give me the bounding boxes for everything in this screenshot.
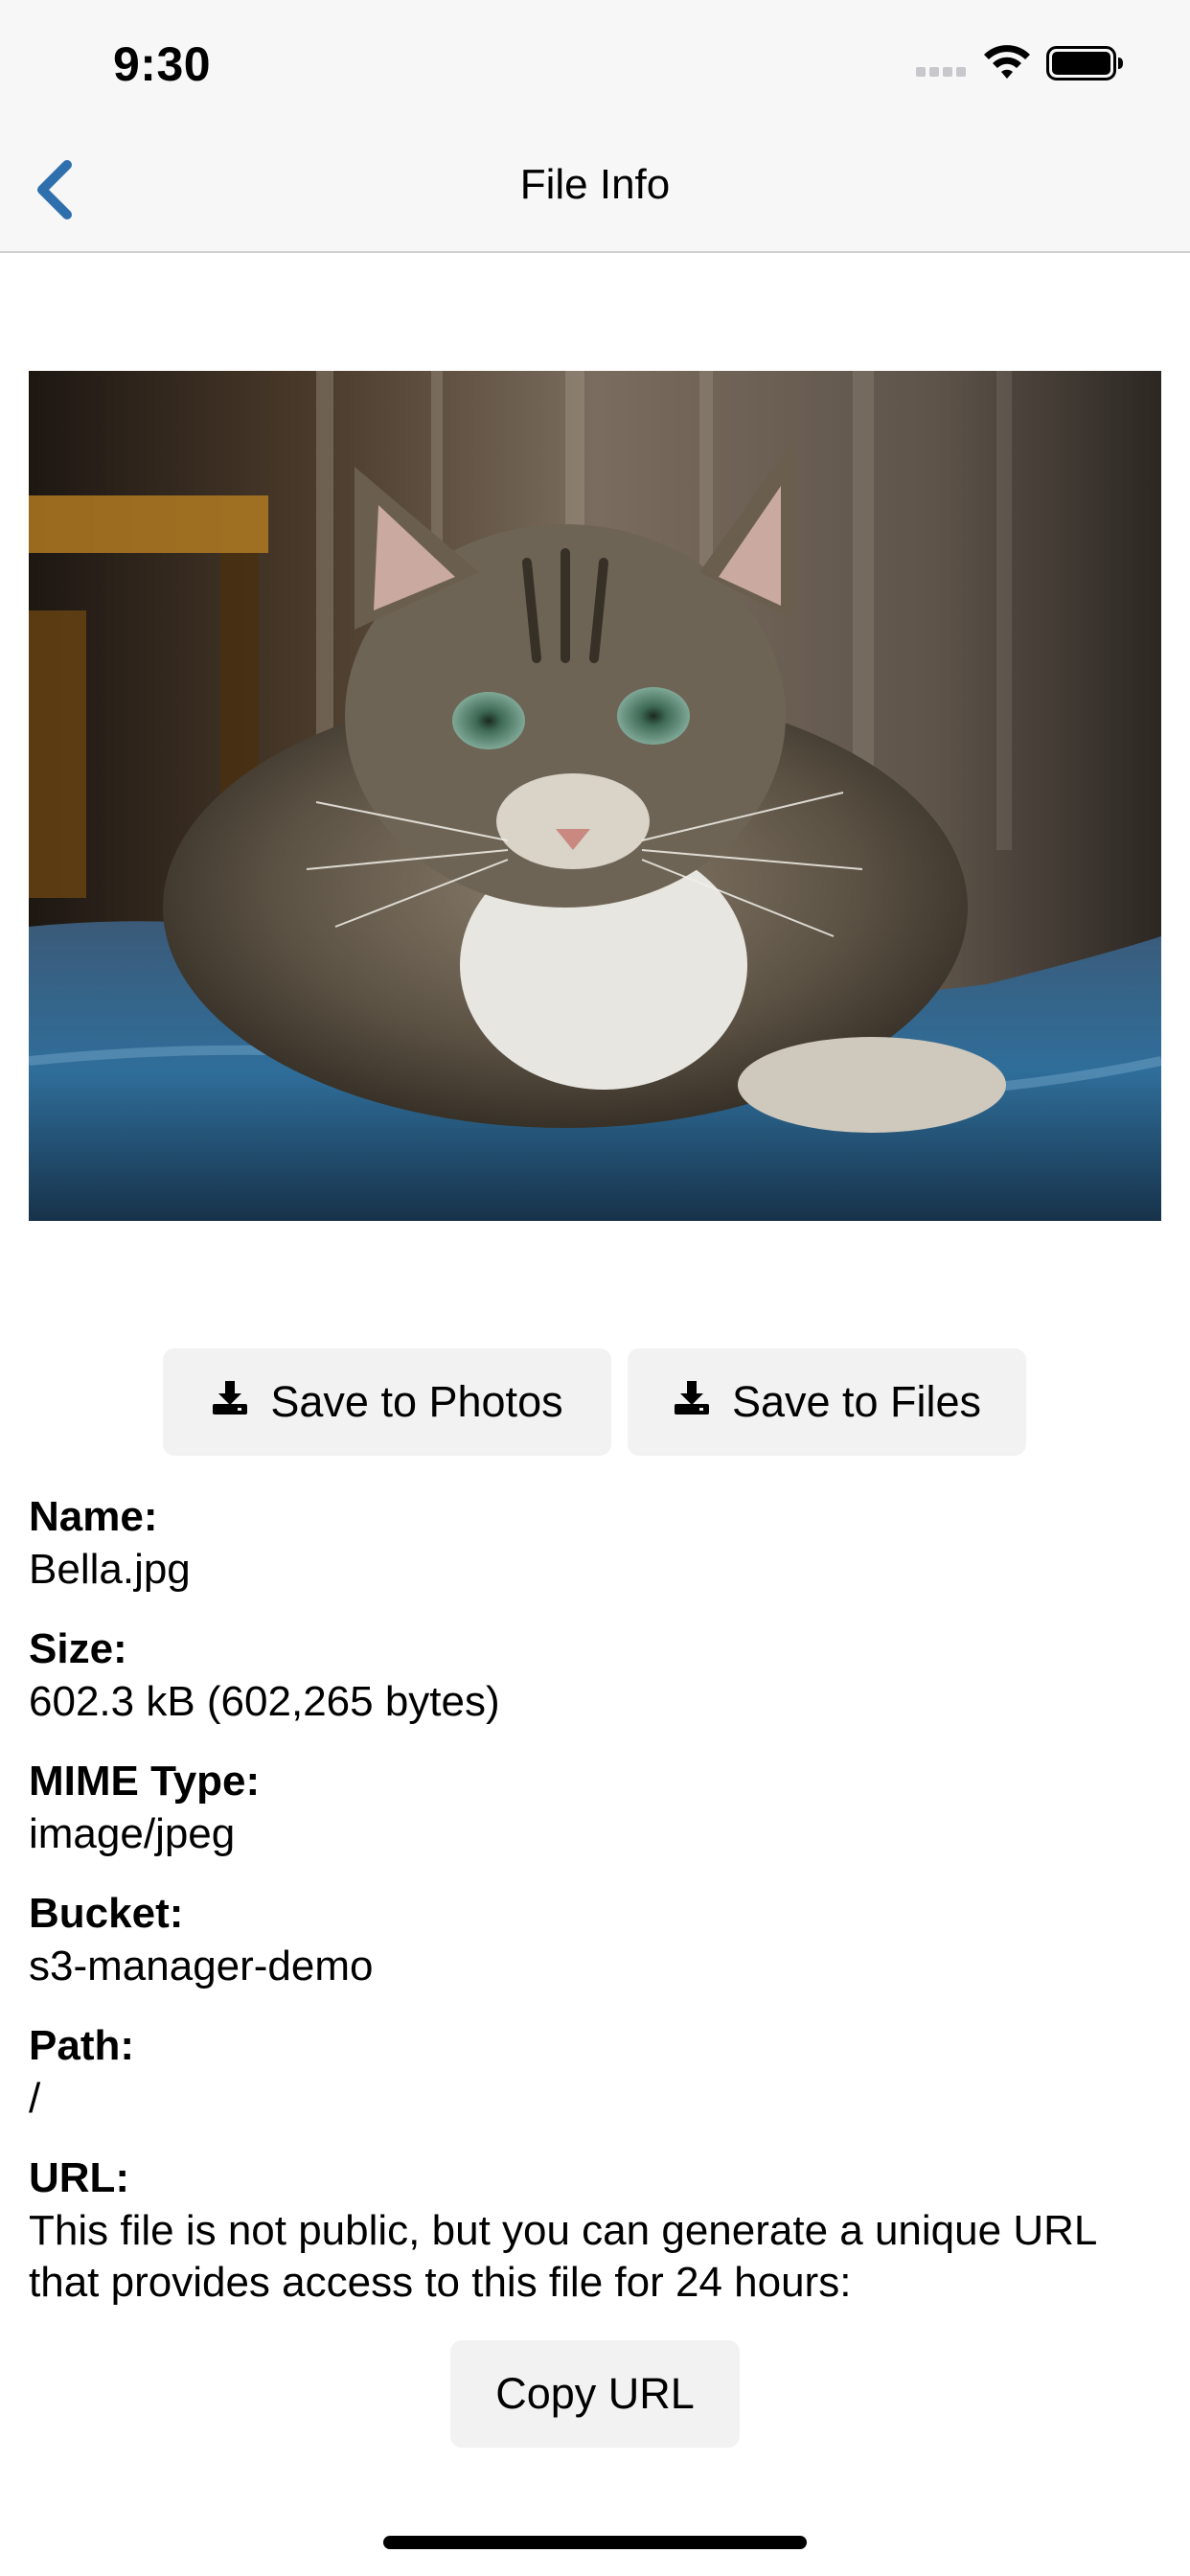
- path-value: /: [29, 2075, 41, 2122]
- url-description: This file is not public, but you can gen…: [29, 2207, 1096, 2306]
- page-title: File Info: [519, 161, 671, 208]
- file-preview-image: [29, 371, 1161, 1221]
- save-to-photos-label: Save to Photos: [270, 1377, 563, 1426]
- url-label: URL:: [29, 2154, 130, 2201]
- navigation-bar: File Info: [0, 126, 1190, 253]
- copy-url-button[interactable]: Copy URL: [450, 2340, 740, 2448]
- home-indicator: [383, 2536, 807, 2549]
- save-to-files-label: Save to Files: [731, 1377, 982, 1426]
- status-icons: [916, 44, 1127, 82]
- wifi-icon: [984, 45, 1030, 79]
- save-to-files-button[interactable]: Save to Files: [628, 1348, 1026, 1456]
- status-bar: 9:30: [0, 0, 1190, 126]
- size-value: 602.3 kB (602,265 bytes): [29, 1678, 500, 1725]
- bucket-label: Bucket:: [29, 1890, 184, 1937]
- save-to-photos-button[interactable]: Save to Photos: [163, 1348, 611, 1456]
- battery-icon: [1046, 46, 1123, 80]
- bucket-value: s3-manager-demo: [29, 1943, 374, 1990]
- mime-type-label: MIME Type:: [29, 1758, 261, 1805]
- mime-type-value: image/jpeg: [29, 1810, 236, 1857]
- name-value: Bella.jpg: [29, 1546, 191, 1593]
- signal-icon: [916, 67, 966, 77]
- download-icon: [211, 1377, 249, 1427]
- copy-url-label: Copy URL: [495, 2369, 695, 2418]
- download-icon: [673, 1377, 711, 1427]
- path-label: Path:: [29, 2022, 134, 2069]
- status-time: 9:30: [113, 37, 212, 91]
- name-label: Name:: [29, 1493, 158, 1540]
- size-label: Size:: [29, 1625, 127, 1672]
